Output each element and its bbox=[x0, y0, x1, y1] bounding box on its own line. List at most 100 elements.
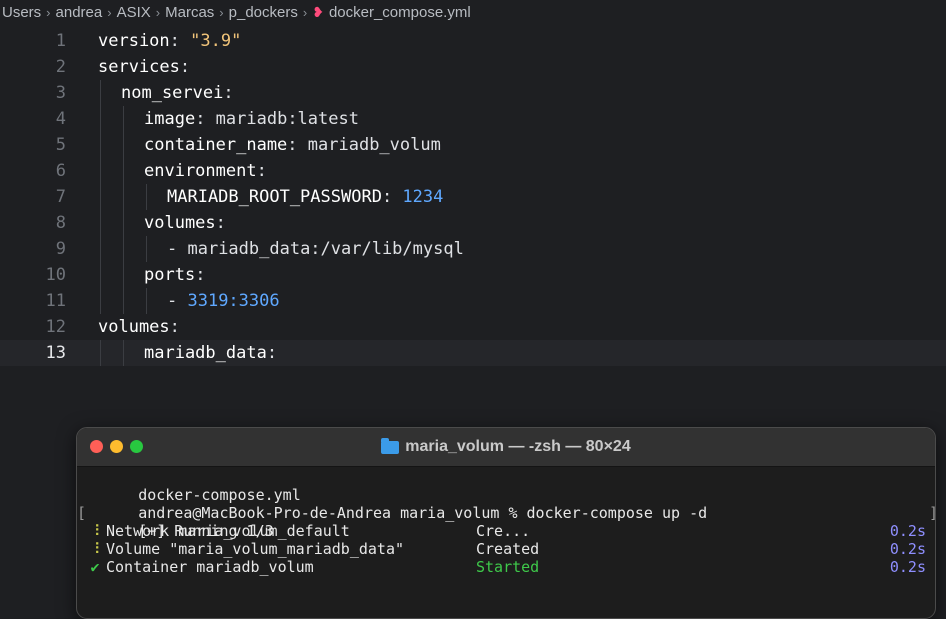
breadcrumb-item-andrea[interactable]: andrea bbox=[56, 4, 103, 21]
indent-guide bbox=[146, 184, 147, 210]
breadcrumb-item-marcas[interactable]: Marcas bbox=[165, 4, 214, 21]
code-content: - mariadb_data:/var/lib/mysql bbox=[98, 236, 464, 262]
yaml-file-icon: ❥ bbox=[312, 4, 324, 20]
yaml-key: MARIADB_ROOT_PASSWORD bbox=[167, 187, 382, 207]
line-number: 3 bbox=[55, 83, 66, 103]
yaml-value: mariadb_data:/var/lib/mysql bbox=[187, 239, 464, 259]
terminal-line-ls-output: docker-compose.yml bbox=[77, 468, 935, 504]
terminal-window[interactable]: maria_volum — -zsh — 80×24 docker-compos… bbox=[76, 427, 936, 619]
breadcrumb-chevron-icon: › bbox=[107, 4, 112, 20]
yaml-punctuation: : bbox=[287, 135, 308, 155]
code-line[interactable]: 6 environment: bbox=[0, 158, 946, 184]
status-label: Network maria_volum_default bbox=[106, 522, 350, 540]
breadcrumb-file-name[interactable]: docker_compose.yml bbox=[329, 4, 471, 21]
yaml-punctuation: : bbox=[266, 343, 278, 363]
yaml-value: mariadb:latest bbox=[215, 109, 359, 129]
line-number: 7 bbox=[55, 187, 66, 207]
status-label: Volume "maria_volum_mariadb_data" bbox=[106, 540, 405, 558]
code-line[interactable]: 7 MARIADB_ROOT_PASSWORD: 1234 bbox=[0, 184, 946, 210]
indent-guide bbox=[100, 158, 101, 184]
indent-guide bbox=[123, 340, 124, 366]
code-line[interactable]: 8 volumes: bbox=[0, 210, 946, 236]
code-editor[interactable]: 1 version: "3.9" 2 services: 3 nom_servei: 4 im… bbox=[0, 24, 946, 406]
checkmark-icon: ✔ bbox=[90, 558, 100, 576]
line-number: 8 bbox=[55, 213, 66, 233]
breadcrumb-item-asix[interactable]: ASIX bbox=[117, 4, 151, 21]
yaml-punctuation: : bbox=[381, 187, 403, 207]
code-line[interactable]: 13 mariadb_data: bbox=[0, 340, 946, 366]
yaml-value: mariadb_volum bbox=[307, 135, 441, 155]
code-content: MARIADB_ROOT_PASSWORD: 1234 bbox=[98, 184, 443, 210]
breadcrumb: Users › andrea › ASIX › Marcas › p_docke… bbox=[0, 0, 946, 24]
spinner-icon: ⠸ bbox=[89, 540, 101, 558]
status-time: 0.2s bbox=[889, 522, 926, 540]
line-number: 1 bbox=[55, 31, 66, 51]
code-line[interactable]: 4 image: mariadb:latest bbox=[0, 106, 946, 132]
code-content: nom_servei: bbox=[98, 80, 234, 106]
indent-guide bbox=[100, 340, 101, 366]
code-content: image: mariadb:latest bbox=[98, 106, 359, 132]
status-state: Created bbox=[476, 540, 540, 558]
indent-guide bbox=[123, 132, 124, 158]
yaml-key: services bbox=[98, 57, 180, 77]
terminal-line-prompt: [andrea@MacBook-Pro-de-Andrea maria_volu… bbox=[77, 486, 935, 522]
code-content: volumes: bbox=[98, 314, 180, 340]
code-line[interactable]: 1 version: "3.9" bbox=[0, 28, 946, 54]
yaml-punctuation: : bbox=[179, 57, 191, 77]
line-number: 6 bbox=[55, 161, 66, 181]
code-content: - 3319:3306 bbox=[98, 288, 280, 314]
line-number: 5 bbox=[55, 135, 66, 155]
breadcrumb-chevron-icon: › bbox=[302, 4, 308, 20]
yaml-key: version bbox=[98, 31, 170, 51]
docker-status-row: ⠸ Volume "maria_volum_mariadb_data" Create… bbox=[77, 540, 935, 558]
code-content: mariadb_data: bbox=[98, 340, 277, 366]
indent-guide bbox=[100, 210, 101, 236]
terminal-title: maria_volum — -zsh — 80×24 bbox=[77, 428, 935, 466]
code-content: services: bbox=[98, 54, 190, 80]
indent-guide bbox=[123, 288, 124, 314]
code-line[interactable]: 11 - 3319:3306 bbox=[0, 288, 946, 314]
code-line[interactable]: 3 nom_servei: bbox=[0, 80, 946, 106]
code-content: ports: bbox=[98, 262, 205, 288]
indent-guide bbox=[123, 210, 124, 236]
breadcrumb-item-p-dockers[interactable]: p_dockers bbox=[229, 4, 298, 21]
yaml-punctuation: : bbox=[223, 83, 234, 103]
yaml-key: ports bbox=[144, 265, 196, 285]
line-number: 12 bbox=[45, 317, 66, 337]
status-time: 0.2s bbox=[889, 540, 926, 558]
breadcrumb-item-users[interactable]: Users bbox=[2, 4, 41, 21]
spinner-icon: ⠸ bbox=[89, 522, 101, 540]
code-line[interactable]: 12 volumes: bbox=[0, 314, 946, 340]
status-label: Container mariadb_volum bbox=[106, 558, 314, 576]
yaml-punctuation: : bbox=[195, 265, 206, 285]
terminal-title-text: maria_volum — -zsh — 80×24 bbox=[405, 438, 631, 455]
indent-guide bbox=[100, 236, 101, 262]
code-line[interactable]: 5 container_name: mariadb_volum bbox=[0, 132, 946, 158]
terminal-output[interactable]: docker-compose.yml [andrea@MacBook-Pro-d… bbox=[77, 468, 935, 576]
indent-guide bbox=[123, 236, 124, 262]
yaml-punctuation: - bbox=[167, 291, 188, 311]
breadcrumb-chevron-icon: › bbox=[219, 4, 224, 20]
terminal-titlebar[interactable]: maria_volum — -zsh — 80×24 bbox=[77, 428, 935, 467]
code-line[interactable]: 2 services: bbox=[0, 54, 946, 80]
yaml-punctuation: : bbox=[215, 213, 226, 233]
yaml-punctuation: : bbox=[169, 31, 191, 51]
breadcrumb-chevron-icon: › bbox=[46, 4, 51, 20]
folder-icon bbox=[381, 437, 400, 454]
indent-guide bbox=[100, 184, 101, 210]
indent-guide bbox=[123, 262, 124, 288]
code-content: volumes: bbox=[98, 210, 226, 236]
code-line[interactable]: 9 - mariadb_data:/var/lib/mysql bbox=[0, 236, 946, 262]
code-line[interactable]: 10 ports: bbox=[0, 262, 946, 288]
indent-guide bbox=[123, 158, 124, 184]
line-number: 2 bbox=[55, 57, 66, 77]
status-time: 0.2s bbox=[889, 558, 926, 576]
yaml-key: container_name bbox=[144, 135, 288, 155]
yaml-punctuation: : bbox=[195, 109, 216, 129]
yaml-value: 3319:3306 bbox=[187, 291, 280, 311]
yaml-punctuation: - bbox=[167, 239, 188, 259]
indent-guide bbox=[146, 288, 147, 314]
indent-guide bbox=[146, 236, 147, 262]
yaml-key: mariadb_data bbox=[144, 343, 267, 363]
status-state: Cre... bbox=[476, 522, 531, 540]
